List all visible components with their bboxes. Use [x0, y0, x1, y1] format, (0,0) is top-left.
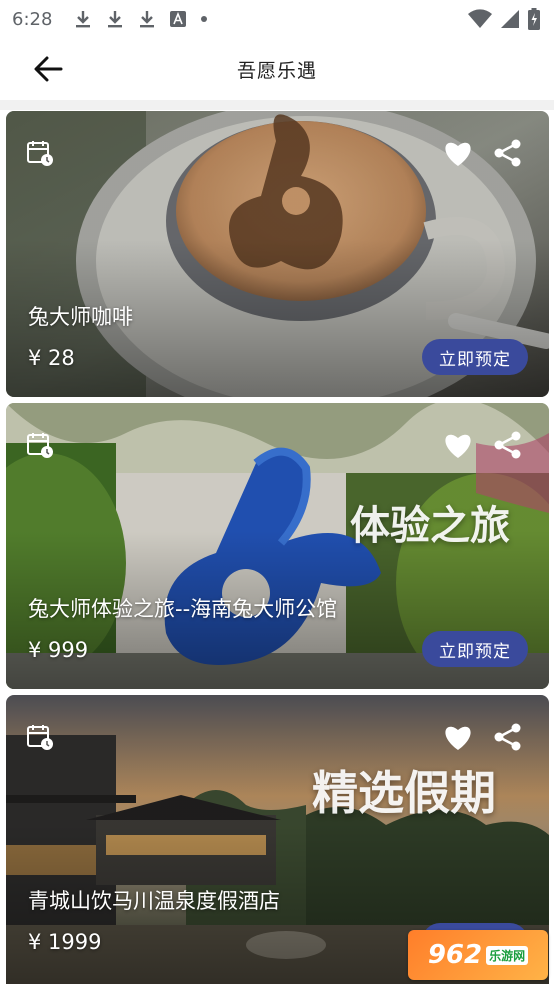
share-icon[interactable]: [493, 138, 523, 168]
font-icon: [170, 11, 187, 27]
calendar-icon[interactable]: [26, 139, 54, 167]
page-title: 吾愿乐遇: [236, 59, 317, 82]
status-bar: 6:28: [0, 0, 554, 38]
app-bar: 吾愿乐遇: [0, 38, 554, 100]
card-overlay-text: 精选假期: [312, 766, 496, 820]
card-price: ¥ 999: [28, 638, 89, 662]
favorite-icon[interactable]: [443, 431, 473, 459]
book-now-button[interactable]: 立即预定: [422, 631, 528, 667]
divider: [0, 100, 554, 110]
card-title: 兔大师咖啡: [28, 305, 133, 329]
card-price: ¥ 28: [28, 346, 75, 370]
book-now-button[interactable]: 立即预定: [422, 339, 528, 375]
download-icon: [138, 9, 156, 29]
arrow-left-icon: [34, 56, 63, 82]
calendar-icon[interactable]: [26, 431, 54, 459]
card-title: 兔大师体验之旅--海南兔大师公馆: [28, 597, 338, 621]
share-icon[interactable]: [493, 722, 523, 752]
watermark-sub: 乐游网: [486, 945, 529, 965]
card-overlay-text: 体验之旅: [350, 502, 510, 549]
signal-icon: [500, 9, 520, 29]
status-time: 6:28: [12, 8, 53, 30]
share-icon[interactable]: [493, 430, 523, 460]
card-title: 青城山饮马川温泉度假酒店: [28, 889, 280, 913]
calendar-icon[interactable]: [26, 723, 54, 751]
card-price: ¥ 1999: [28, 930, 102, 954]
back-button[interactable]: [28, 52, 68, 86]
watermark-text: 962: [427, 940, 483, 970]
download-icon: [106, 9, 124, 29]
dot-icon: [200, 15, 208, 23]
product-card[interactable]: 体验之旅 兔大师体验之旅--海南兔大师公馆 ¥ 999 立即预定: [6, 403, 549, 689]
wifi-icon: [468, 9, 492, 29]
favorite-icon[interactable]: [443, 723, 473, 751]
battery-charging-icon: [528, 8, 540, 30]
favorite-icon[interactable]: [443, 139, 473, 167]
notification-icons: [74, 9, 208, 29]
download-icon: [74, 9, 92, 29]
product-card[interactable]: 兔大师咖啡 ¥ 28 立即预定: [6, 111, 549, 397]
system-icons: [468, 8, 540, 30]
watermark-logo: 962 乐游网: [408, 930, 548, 980]
